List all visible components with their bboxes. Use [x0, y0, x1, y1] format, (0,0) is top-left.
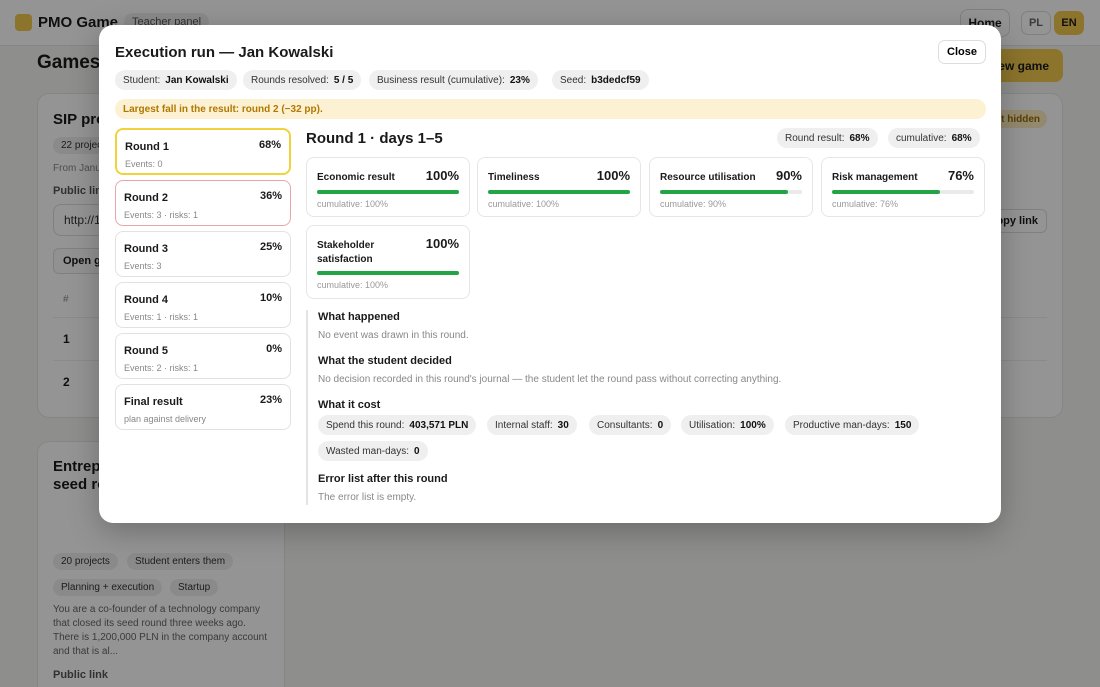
metric-cumulative: cumulative: 76%	[832, 199, 899, 209]
metric-progress-fill	[317, 271, 459, 275]
metric-card-resource: Resource utilisation 90% cumulative: 90%	[649, 157, 813, 217]
round-events: Events: 3 · risks: 1	[124, 210, 199, 220]
modal-title: Execution run — Jan Kowalski	[115, 44, 334, 61]
round-percent: 23%	[259, 394, 282, 406]
rounds-resolved-chip: Rounds resolved: 5 / 5	[243, 70, 362, 90]
metric-card-stakeholder: Stakeholder satisfaction 100% cumulative…	[306, 225, 470, 299]
round-name: Final result	[124, 396, 183, 408]
metric-progress-fill	[832, 190, 940, 194]
cumulative-chip: cumulative: 68%	[888, 128, 980, 148]
largest-fall-alert: Largest fall in the result: round 2 (−32…	[115, 99, 986, 119]
round-events: Events: 0	[125, 159, 163, 169]
round-card-final[interactable]: Final result 23% plan against delivery	[115, 384, 291, 430]
metric-progress-fill	[488, 190, 630, 194]
round-percent: 10%	[259, 292, 282, 304]
section-text: No event was drawn in this round.	[318, 330, 469, 341]
round-detail-title: Round 1 · days 1–5	[306, 130, 443, 147]
round-name: Round 2	[124, 192, 168, 204]
execution-run-modal: Execution run — Jan Kowalski Close Stude…	[99, 25, 1001, 523]
round-percent: 68%	[258, 139, 281, 151]
section-heading: Error list after this round	[318, 473, 448, 485]
metric-value: 100%	[425, 236, 459, 251]
metric-progress-bar	[832, 190, 974, 194]
cost-chip: Wasted man-days: 0	[318, 441, 428, 461]
metric-progress-bar	[488, 190, 630, 194]
cost-chip: Spend this round: 403,571 PLN	[318, 415, 477, 435]
metric-name: Stakeholder satisfaction	[317, 240, 375, 265]
metric-card-timeliness: Timeliness 100% cumulative: 100%	[477, 157, 641, 217]
metric-cumulative: cumulative: 100%	[488, 199, 560, 209]
round-name: Round 1	[125, 141, 169, 153]
metric-name: Resource utilisation	[660, 172, 756, 183]
round-name: Round 4	[124, 294, 168, 306]
round-card-1[interactable]: Round 1 68% Events: 0	[115, 128, 291, 175]
section-divider	[306, 310, 308, 505]
business-result-chip: Business result (cumulative): 23%	[369, 70, 538, 90]
round-result-chip: Round result: 68%	[777, 128, 878, 148]
round-events: Events: 2 · risks: 1	[124, 363, 199, 373]
cost-chip: Internal staff: 30	[487, 415, 577, 435]
section-text: The error list is empty.	[318, 492, 417, 503]
section-heading: What it cost	[318, 399, 381, 411]
metric-name: Risk management	[832, 172, 918, 183]
round-name: Round 5	[124, 345, 168, 357]
metric-value: 100%	[596, 168, 630, 183]
metric-card-economic: Economic result 100% cumulative: 100%	[306, 157, 470, 217]
metric-value: 100%	[425, 168, 459, 183]
metric-name: Timeliness	[488, 172, 540, 183]
metric-progress-fill	[317, 190, 459, 194]
section-heading: What happened	[318, 311, 400, 323]
cost-chip: Consultants: 0	[589, 415, 672, 435]
seed-chip: Seed: b3dedcf59	[552, 70, 649, 90]
metric-value: 90%	[775, 168, 802, 183]
round-events: Events: 3	[124, 261, 162, 271]
metric-value: 76%	[947, 168, 974, 183]
round-events: Events: 1 · risks: 1	[124, 312, 199, 322]
metric-progress-bar	[317, 190, 459, 194]
metric-progress-fill	[660, 190, 788, 194]
round-card-4[interactable]: Round 4 10% Events: 1 · risks: 1	[115, 282, 291, 328]
metric-cumulative: cumulative: 90%	[660, 199, 727, 209]
section-heading: What the student decided	[318, 355, 452, 367]
metric-cumulative: cumulative: 100%	[317, 280, 389, 290]
close-button[interactable]: Close	[938, 40, 986, 64]
round-name: Round 3	[124, 243, 168, 255]
round-events: plan against delivery	[124, 414, 207, 424]
metric-progress-bar	[317, 271, 459, 275]
metric-progress-bar	[660, 190, 802, 194]
round-card-2[interactable]: Round 2 36% Events: 3 · risks: 1	[115, 180, 291, 226]
round-card-5[interactable]: Round 5 0% Events: 2 · risks: 1	[115, 333, 291, 379]
metric-cumulative: cumulative: 100%	[317, 199, 389, 209]
round-percent: 25%	[259, 241, 282, 253]
round-card-3[interactable]: Round 3 25% Events: 3	[115, 231, 291, 277]
metric-card-risk: Risk management 76% cumulative: 76%	[821, 157, 985, 217]
cost-chip: Utilisation: 100%	[681, 415, 774, 435]
round-percent: 0%	[266, 343, 282, 355]
section-text: No decision recorded in this round's jou…	[318, 374, 782, 385]
student-chip: Student: Jan Kowalski	[115, 70, 237, 90]
round-percent: 36%	[259, 190, 282, 202]
cost-chip: Productive man-days: 150	[785, 415, 920, 435]
metric-name: Economic result	[317, 172, 395, 183]
